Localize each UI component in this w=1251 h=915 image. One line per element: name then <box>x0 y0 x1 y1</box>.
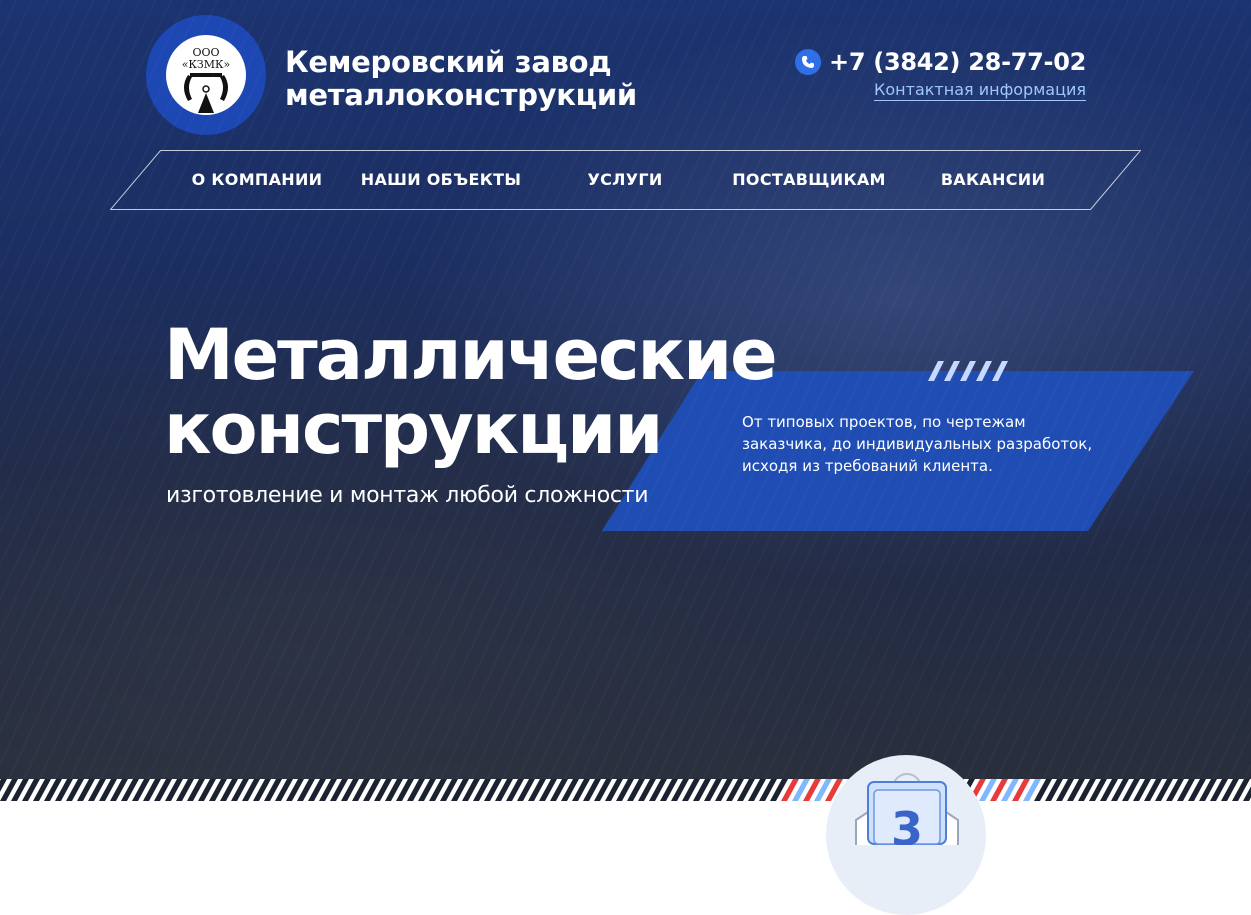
decorative-stripes <box>928 361 1008 381</box>
phone-icon <box>795 49 822 75</box>
contact-info-link[interactable]: Контактная информация <box>874 80 1086 101</box>
logo-emblem: ООО «КЗМК» <box>166 35 246 115</box>
hero-description: От типовых проектов, по чертежам заказчи… <box>742 413 1093 475</box>
description-panel <box>602 371 1194 531</box>
logo-crane-icon: ООО «КЗМК» <box>182 46 231 113</box>
stripe-divider <box>0 779 1251 801</box>
nav-item-suppliers[interactable]: ПОСТАВЩИКАМ <box>728 150 890 210</box>
envelope-icon: 3 <box>855 773 959 845</box>
hero-subtitle: изготовление и монтаж любой сложности <box>166 483 649 508</box>
phone-block[interactable]: +7 (3842) 28-77-02 <box>795 48 1086 76</box>
badge-number: 3 <box>891 802 923 845</box>
hero-title-line2: конструкции <box>164 388 663 470</box>
nav-item-about[interactable]: О КОМПАНИИ <box>182 150 332 210</box>
company-logo[interactable]: ООО «КЗМК» <box>146 15 266 135</box>
nav-item-vacancies[interactable]: ВАКАНСИИ <box>928 150 1058 210</box>
main-navigation: О КОМПАНИИ НАШИ ОБЪЕКТЫ УСЛУГИ ПОСТАВЩИК… <box>110 150 1141 210</box>
logo-text-bottom: «КЗМК» <box>182 58 231 71</box>
hero-section: ООО «КЗМК» Кемеровский завод металлоконс… <box>0 0 1251 800</box>
hero-title-line1: Металлические <box>164 314 778 396</box>
nav-item-services[interactable]: УСЛУГИ <box>565 150 685 210</box>
hero-title: Металлические конструкции <box>164 318 924 466</box>
company-name-line2: металлоконструкций <box>285 78 637 112</box>
company-name-line1: Кемеровский завод <box>285 45 612 79</box>
company-name: Кемеровский завод металлоконструкций <box>285 46 705 112</box>
logo-text-top: ООО <box>192 46 219 59</box>
nav-frame <box>110 150 1141 210</box>
nav-item-projects[interactable]: НАШИ ОБЪЕКТЫ <box>360 150 522 210</box>
phone-number[interactable]: +7 (3842) 28-77-02 <box>829 48 1086 76</box>
